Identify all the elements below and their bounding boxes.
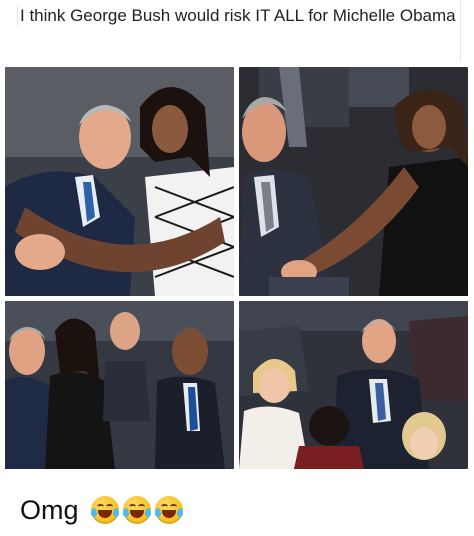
footer-text: Omg <box>20 494 79 525</box>
emoji-row <box>90 496 183 524</box>
crowd-photo <box>239 301 468 469</box>
face-with-tears-of-joy-icon <box>154 496 183 524</box>
cheek-kiss-photo <box>5 301 234 469</box>
post-footer: Omg <box>20 490 183 530</box>
caption-divider <box>460 0 461 62</box>
face-with-tears-of-joy-icon <box>122 496 151 524</box>
photo-collage <box>5 67 469 469</box>
hand-on-knee-photo <box>239 67 468 296</box>
hug-photo <box>5 67 234 296</box>
face-with-tears-of-joy-icon <box>90 496 119 524</box>
post-caption: I think George Bush would risk IT ALL fo… <box>17 5 460 26</box>
